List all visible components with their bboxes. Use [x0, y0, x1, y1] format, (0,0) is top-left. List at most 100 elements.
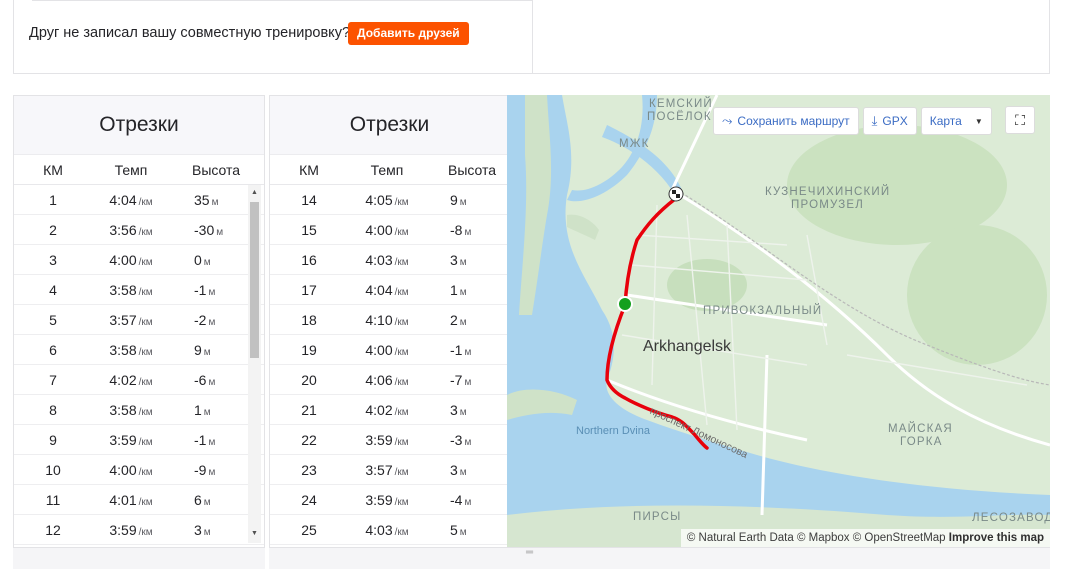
- split-km: 4: [49, 281, 57, 298]
- map-type-select[interactable]: Карта ▼: [920, 107, 992, 135]
- pace-unit: /км: [394, 286, 409, 298]
- elevation-value: 2: [450, 311, 458, 328]
- column-pace[interactable]: Темп: [92, 162, 170, 178]
- elevation-unit: м: [203, 496, 211, 508]
- split-pace: 4:00/км: [348, 222, 426, 238]
- split-elevation: 3м: [426, 402, 502, 418]
- split-pace: 4:01/км: [92, 492, 170, 508]
- district-label: промузел: [791, 199, 865, 211]
- split-km: 17: [301, 281, 317, 298]
- elevation-value: 1: [194, 401, 202, 418]
- split-elevation: -1 м: [426, 342, 502, 358]
- add-friends-button[interactable]: Добавить друзей: [348, 22, 469, 45]
- split-pace: 3:58/км: [92, 342, 170, 358]
- elevation-unit: м: [208, 436, 216, 448]
- elevation-unit: м: [459, 406, 467, 418]
- splits-panel-left: Отрезки КМ Темп Высота 1 4:04/км 35 м 2 3:56/…: [13, 95, 265, 555]
- split-elevation: -3 м: [426, 432, 502, 448]
- split-pace: 3:59/км: [348, 432, 426, 448]
- elevation-value: 9: [450, 191, 458, 208]
- pace-unit: /км: [394, 346, 409, 358]
- scroll-down-arrow-icon[interactable]: ▼: [251, 530, 258, 538]
- split-elevation: 2м: [426, 312, 502, 328]
- split-km: 19: [301, 341, 317, 358]
- split-elevation: 3м: [170, 522, 246, 538]
- elevation-unit: м: [459, 526, 467, 538]
- map-attribution[interactable]: © Natural Earth Data © Mapbox © OpenStre…: [680, 529, 1050, 547]
- elevation-unit: м: [464, 226, 472, 238]
- column-pace[interactable]: Темп: [348, 162, 426, 178]
- split-elevation: -8 м: [426, 222, 502, 238]
- improve-map-link[interactable]: Improve this map: [949, 532, 1044, 544]
- elevation-unit: м: [459, 466, 467, 478]
- elevation-unit: м: [203, 346, 211, 358]
- resize-handle-icon[interactable]: ═: [526, 548, 533, 558]
- split-pace: 3:56/км: [92, 222, 170, 238]
- split-elevation: -9 м: [170, 462, 246, 478]
- elevation-unit: м: [208, 286, 216, 298]
- column-elevation[interactable]: Высота: [426, 162, 502, 178]
- split-pace: 3:57/км: [92, 312, 170, 328]
- save-route-label: Сохранить маршрут: [737, 114, 850, 128]
- save-route-button[interactable]: ⤳ Сохранить маршрут: [713, 107, 859, 135]
- friend-prompt-text: Друг не записал вашу совместную трениров…: [29, 25, 351, 41]
- column-km[interactable]: КМ: [270, 162, 348, 178]
- attribution-text[interactable]: © Natural Earth Data © Mapbox © OpenStre…: [687, 532, 946, 544]
- split-row: 2 3:56/км -30 м: [14, 215, 264, 245]
- divider: [32, 0, 532, 1]
- pace-unit: /км: [394, 316, 409, 328]
- split-pace: 3:59/км: [348, 492, 426, 508]
- expand-icon: ⛶: [1015, 111, 1025, 128]
- pace-value: 3:58: [109, 281, 137, 298]
- start-marker-icon: [617, 296, 633, 312]
- scroll-thumb[interactable]: [250, 202, 259, 358]
- pace-value: 4:06: [365, 371, 393, 388]
- island: [567, 214, 599, 240]
- pace-unit: /км: [394, 526, 409, 538]
- elevation-value: 3: [194, 521, 202, 538]
- district-label: МЖК: [619, 138, 650, 150]
- gpx-label: GPX: [882, 114, 908, 128]
- split-elevation: -4 м: [426, 492, 502, 508]
- elevation-unit: м: [216, 226, 224, 238]
- split-km: 8: [49, 401, 57, 418]
- split-row: 6 3:58/км 9 м: [14, 335, 264, 365]
- pace-value: 4:04: [109, 191, 137, 208]
- pace-unit: /км: [138, 286, 153, 298]
- river-label: Northern Dvina: [576, 425, 650, 437]
- split-row: 15 4:00/км -8 м: [270, 215, 509, 245]
- elevation-value: 0: [194, 251, 202, 268]
- split-row: 23 3:57/км 3 м: [270, 455, 509, 485]
- pace-unit: /км: [394, 496, 409, 508]
- split-km: 9: [49, 431, 57, 448]
- split-elevation: 3м: [426, 252, 502, 268]
- fullscreen-button[interactable]: ⛶: [1005, 106, 1035, 134]
- splits-column-headers: КМ Темп Высота: [270, 155, 509, 185]
- pace-unit: /км: [138, 406, 153, 418]
- split-elevation: -1 м: [170, 432, 246, 448]
- splits-scrollbar[interactable]: ▲ ▼: [248, 185, 261, 543]
- scroll-up-arrow-icon[interactable]: ▲: [251, 189, 258, 197]
- district-label: Майская: [888, 423, 953, 435]
- pace-value: 4:00: [109, 251, 137, 268]
- pace-unit: /км: [138, 496, 153, 508]
- elevation-value: -1: [194, 431, 207, 448]
- column-km[interactable]: КМ: [14, 162, 92, 178]
- split-pace: 4:03/км: [348, 522, 426, 538]
- splits-rows-left[interactable]: 1 4:04/км 35 м 2 3:56/км -30 м 3 4:00/км 0 м 4 3:58/к…: [14, 185, 264, 545]
- split-row: 11 4:01/км 6 м: [14, 485, 264, 515]
- pace-unit: /км: [394, 406, 409, 418]
- split-row: 18 4:10/км 2 м: [270, 305, 509, 335]
- column-elevation[interactable]: Высота: [170, 162, 246, 178]
- split-pace: 4:06/км: [348, 372, 426, 388]
- district-label: горка: [900, 436, 943, 448]
- pace-value: 3:58: [109, 341, 137, 358]
- elevation-unit: м: [208, 466, 216, 478]
- gpx-download-button[interactable]: ⤓ GPX: [862, 107, 917, 135]
- split-pace: 4:00/км: [92, 252, 170, 268]
- splits-rows-right[interactable]: 14 4:05/км 9 м 15 4:00/км -8 м 16 4:03/км 3 м 17 4:04…: [270, 185, 509, 545]
- split-km: 7: [49, 371, 57, 388]
- pace-value: 3:56: [109, 221, 137, 238]
- split-km: 22: [301, 431, 317, 448]
- route-map[interactable]: Кемский посёлок МЖК Кузнечихинский прому…: [507, 95, 1050, 547]
